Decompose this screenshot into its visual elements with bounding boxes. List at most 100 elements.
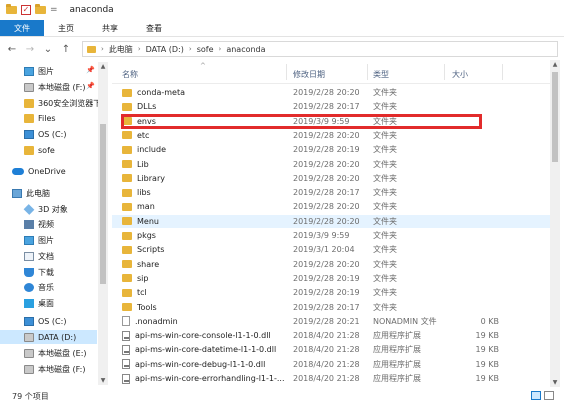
table-row[interactable]: tcl 2019/2/28 20:19 文件夹	[112, 286, 550, 299]
table-row[interactable]: DLLs 2019/2/28 20:17 文件夹	[112, 100, 550, 113]
tab-share[interactable]: 共享	[88, 20, 132, 36]
large-icons-view-icon[interactable]	[544, 391, 554, 400]
scroll-up-arrow-icon[interactable]: ▲	[550, 61, 560, 68]
column-divider[interactable]	[444, 64, 445, 80]
table-row[interactable]: conda-meta 2019/2/28 20:20 文件夹	[112, 86, 550, 99]
table-row[interactable]: Scripts 2019/3/1 20:04 文件夹	[112, 243, 550, 256]
tab-view[interactable]: 查看	[132, 20, 176, 36]
file-name-cell[interactable]: Menu	[122, 217, 159, 226]
tab-file[interactable]: 文件	[0, 20, 44, 36]
pin-icon[interactable]: 📌	[86, 66, 95, 74]
file-name-cell[interactable]: conda-meta	[122, 88, 185, 97]
table-row[interactable]: api-ms-win-core-datetime-l1-1-0.dll 2018/…	[112, 343, 550, 356]
file-name-cell[interactable]: api-ms-win-core-debug-l1-1-0.dll	[122, 359, 265, 370]
scroll-up-arrow-icon[interactable]: ▲	[98, 63, 108, 70]
sidebar-item[interactable]: 下载	[24, 265, 54, 279]
breadcrumb-anaconda[interactable]: anaconda	[226, 45, 265, 54]
scroll-down-arrow-icon[interactable]: ▼	[550, 379, 560, 386]
file-name-cell[interactable]: api-ms-win-core-errorhandling-l1-1-...	[122, 373, 285, 384]
column-divider[interactable]	[367, 64, 368, 80]
nav-scrollbar[interactable]: ▲ ▼	[98, 62, 108, 385]
sidebar-item[interactable]: 360安全浏览器下	[24, 96, 101, 110]
file-name-cell[interactable]: share	[122, 260, 159, 269]
column-size[interactable]: 大小	[452, 69, 468, 80]
sidebar-item[interactable]: sofe	[24, 143, 55, 157]
table-row[interactable]: Menu 2019/2/28 20:20 文件夹	[112, 214, 550, 228]
column-divider[interactable]	[286, 64, 287, 80]
sidebar-item[interactable]: OneDrive	[12, 164, 66, 178]
tab-home[interactable]: 主页	[44, 20, 88, 36]
file-type: 文件夹	[373, 216, 397, 226]
table-row[interactable]: .nonadmin 2019/2/28 20:21 NONADMIN 文件 0 KB	[112, 315, 550, 328]
forward-arrow-icon[interactable]: →	[24, 44, 36, 55]
file-list-scrollbar[interactable]: ▲ ▼	[550, 60, 560, 387]
file-name-cell[interactable]: api-ms-win-core-console-l1-1-0.dll	[122, 330, 271, 341]
breadcrumb-data-drive[interactable]: DATA (D:)	[146, 45, 184, 54]
file-name-cell[interactable]: Lib	[122, 160, 149, 169]
table-row[interactable]: Lib 2019/2/28 20:20 文件夹	[112, 158, 550, 171]
recent-locations-chevron-icon[interactable]: ⌄	[42, 44, 54, 55]
file-name-cell[interactable]: man	[122, 202, 155, 211]
sidebar-item[interactable]: 图片	[24, 233, 54, 247]
file-name-cell[interactable]: etc	[122, 131, 149, 140]
sidebar-item[interactable]: 图片	[24, 64, 54, 78]
breadcrumb-sofe[interactable]: sofe	[197, 45, 214, 54]
sidebar-item[interactable]: 视频	[24, 217, 54, 231]
sidebar-item[interactable]: OS (C:)	[24, 127, 66, 141]
breadcrumb-separator-icon[interactable]: ›	[101, 45, 104, 53]
new-folder-icon[interactable]	[35, 4, 46, 14]
sidebar-item[interactable]: 音乐	[24, 280, 54, 294]
table-row[interactable]: api-ms-win-core-console-l1-1-0.dll 2018/4…	[112, 329, 550, 342]
sidebar-item[interactable]: 文档	[24, 249, 54, 263]
file-name-cell[interactable]: Scripts	[122, 245, 164, 254]
file-list-scrollbar-thumb[interactable]	[552, 72, 558, 162]
table-row[interactable]: Library 2019/2/28 20:20 文件夹	[112, 172, 550, 185]
sidebar-item[interactable]: 此电脑	[12, 186, 50, 200]
file-name-cell[interactable]: Library	[122, 174, 165, 183]
table-row[interactable]: Tools 2019/2/28 20:17 文件夹	[112, 301, 550, 314]
column-divider[interactable]	[502, 64, 503, 80]
file-name-cell[interactable]: sip	[122, 274, 148, 283]
sidebar-item[interactable]: OS (C:)	[24, 314, 66, 328]
up-arrow-icon[interactable]: ↑	[60, 44, 72, 55]
table-row[interactable]: pkgs 2019/3/9 9:59 文件夹	[112, 229, 550, 242]
table-row[interactable]: api-ms-win-core-errorhandling-l1-1-... 20…	[112, 372, 550, 385]
breadcrumb-this-pc[interactable]: 此电脑	[109, 44, 133, 55]
file-name-cell[interactable]: DLLs	[122, 102, 156, 111]
file-name-cell[interactable]: pkgs	[122, 231, 156, 240]
sidebar-item[interactable]: 桌面	[24, 296, 54, 310]
breadcrumb-separator-icon[interactable]: ›	[189, 45, 192, 53]
breadcrumb-separator-icon[interactable]: ›	[138, 45, 141, 53]
quick-access-toolbar-separator[interactable]: =	[50, 5, 58, 15]
table-row[interactable]: api-ms-win-core-debug-l1-1-0.dll 2018/4/2…	[112, 358, 550, 371]
table-row[interactable]: include 2019/2/28 20:19 文件夹	[112, 143, 550, 156]
sidebar-item[interactable]: 本地磁盘 (E:)	[24, 346, 87, 360]
file-name-cell[interactable]: tcl	[122, 288, 147, 297]
file-name-cell[interactable]: libs	[122, 188, 151, 197]
pin-icon[interactable]: 📌	[86, 82, 95, 90]
table-row[interactable]: sip 2019/2/28 20:19 文件夹	[112, 272, 550, 285]
sidebar-item[interactable]: 本地磁盘 (F:)	[24, 362, 85, 376]
back-arrow-icon[interactable]: ←	[6, 44, 18, 55]
file-name-cell[interactable]: include	[122, 145, 166, 154]
nav-scrollbar-thumb[interactable]	[100, 124, 106, 284]
column-date-modified[interactable]: 修改日期	[293, 69, 325, 80]
table-row[interactable]: libs 2019/2/28 20:17 文件夹	[112, 186, 550, 199]
sidebar-item[interactable]: 3D 对象	[23, 202, 68, 216]
table-row[interactable]: etc 2019/2/28 20:20 文件夹	[112, 129, 550, 142]
sidebar-item[interactable]: Files	[24, 111, 56, 125]
sidebar-item[interactable]: DATA (D:)	[0, 330, 97, 344]
file-name-cell[interactable]: api-ms-win-core-datetime-l1-1-0.dll	[122, 344, 276, 355]
table-row[interactable]: man 2019/2/28 20:20 文件夹	[112, 200, 550, 213]
details-view-icon[interactable]	[531, 391, 541, 400]
scroll-down-arrow-icon[interactable]: ▼	[98, 377, 108, 384]
column-name[interactable]: 名称	[122, 69, 138, 80]
properties-checkbox-icon[interactable]: ✓	[21, 5, 31, 15]
sidebar-item[interactable]: 本地磁盘 (F:)	[24, 80, 85, 94]
column-type[interactable]: 类型	[373, 69, 389, 80]
breadcrumb-separator-icon[interactable]: ›	[219, 45, 222, 53]
address-breadcrumb[interactable]: › 此电脑 › DATA (D:) › sofe › anaconda	[82, 41, 558, 57]
file-name-cell[interactable]: .nonadmin	[122, 316, 178, 327]
table-row[interactable]: share 2019/2/28 20:20 文件夹	[112, 258, 550, 271]
file-name-cell[interactable]: Tools	[122, 303, 157, 312]
